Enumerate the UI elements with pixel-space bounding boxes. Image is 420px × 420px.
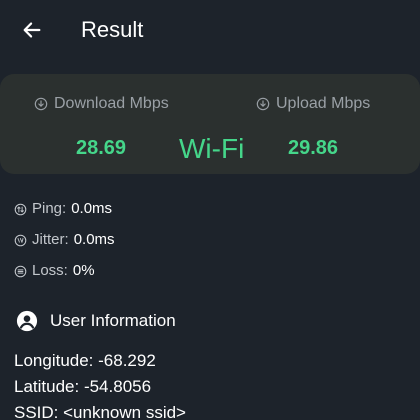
ping-stat: Ping: 0.0ms [14,199,112,219]
download-speed-value: 28.69 [76,137,127,159]
ping-value: 0.0ms [71,200,113,217]
upload-column: Upload Mbps [256,94,416,114]
account-circle-icon [16,310,38,332]
ping-icon [14,203,27,215]
loss-value: 0% [72,262,95,279]
loss-label: Loss: [32,262,68,279]
upload-label: Upload Mbps [276,95,371,112]
loss-stat: Loss: 0% [14,261,95,281]
result-card: Download Mbps Upload Mbps 28.69 Wi-Fi 29… [0,74,420,174]
download-label: Download Mbps [54,95,169,112]
latitude-text: Latitude: -54.8056 [14,377,152,396]
ping-label: Ping: [32,200,67,217]
arrow-left-icon [23,22,41,38]
ssid-text: SSID: <unknown ssid> [14,403,186,420]
jitter-value: 0.0ms [73,231,115,248]
download-column: Download Mbps [34,94,194,114]
app-header: Result [0,0,420,60]
longitude-text: Longitude: -68.292 [14,351,156,370]
user-info-title: User Information [50,311,176,330]
result-screen: Result Download Mbps Upload Mbps 28.69 W… [0,0,420,420]
page-title: Result [81,17,144,42]
loss-icon [14,265,27,277]
upload-icon [256,97,270,111]
download-icon [34,97,48,111]
jitter-icon [14,234,27,246]
jitter-stat: Jitter: 0.0ms [14,230,115,250]
user-info-heading: User Information [16,309,176,333]
jitter-label: Jitter: [32,231,69,248]
upload-speed-value: 29.86 [288,137,339,159]
back-button[interactable] [16,14,48,46]
connection-type: Wi-Fi [179,133,245,164]
